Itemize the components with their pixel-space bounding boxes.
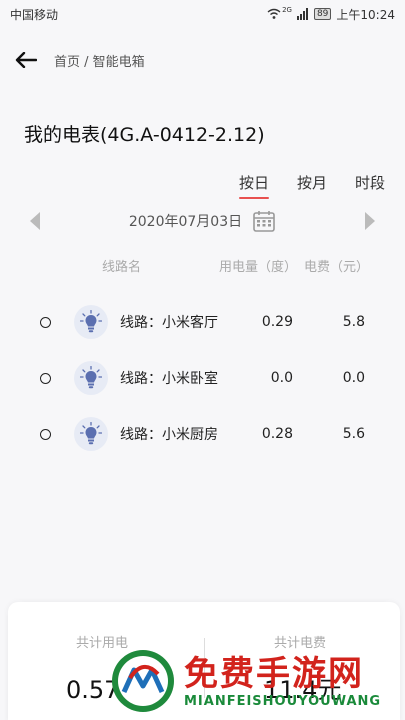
- date-selector: 2020年07月03日: [0, 204, 405, 238]
- bulb-icon: [74, 305, 108, 339]
- period-tabs: 按日 按月 时段: [238, 172, 385, 199]
- watermark-title: 免费手游网: [184, 653, 364, 694]
- battery-indicator: 89: [313, 8, 332, 20]
- row-fee: 0.0: [342, 370, 365, 386]
- tab-day[interactable]: 按日: [238, 172, 269, 199]
- next-date-button[interactable]: [365, 212, 375, 230]
- header-fee: 电费（元）: [304, 260, 370, 275]
- bulb-icon: [74, 361, 108, 395]
- watermark-subtitle: MIANFEISHOUYOUWANG: [184, 693, 382, 709]
- calendar-icon[interactable]: [252, 209, 276, 233]
- header-usage: 用电量（度）: [219, 260, 298, 275]
- breadcrumb[interactable]: 首页 / 智能电箱: [54, 51, 145, 70]
- watermark-logo-icon: [112, 650, 174, 712]
- circuit-list: 线路：小米客厅 0.29 5.8 线路：小米卧室 0.0 0.0 线路：小米厨房…: [0, 294, 405, 462]
- wifi-icon: [267, 8, 281, 19]
- row-fee: 5.8: [342, 314, 365, 330]
- list-item[interactable]: 线路：小米客厅 0.29 5.8: [0, 294, 405, 350]
- row-usage: 0.29: [261, 314, 293, 330]
- list-item[interactable]: 线路：小米厨房 0.28 5.6: [0, 406, 405, 462]
- tab-period[interactable]: 时段: [355, 172, 385, 199]
- clock: 上午10:24: [336, 7, 395, 22]
- back-button[interactable]: [6, 40, 46, 80]
- status-right: 2G 89 上午10:24: [267, 6, 395, 23]
- arrow-left-icon: [15, 52, 37, 68]
- row-radio[interactable]: [40, 316, 51, 328]
- row-fee: 5.6: [342, 426, 365, 442]
- row-circuit-name: 线路：小米厨房: [120, 427, 218, 443]
- network-type: 2G: [282, 6, 292, 14]
- row-radio[interactable]: [40, 428, 51, 440]
- header-circuit-name: 线路名: [102, 260, 142, 275]
- status-bar: 中国移动 2G 89 上午10:24: [0, 0, 405, 28]
- row-usage: 0.28: [261, 426, 293, 442]
- prev-date-button[interactable]: [30, 212, 40, 230]
- table-header: 线路名 用电量（度） 电费（元）: [0, 250, 405, 280]
- row-usage: 0.0: [270, 370, 293, 386]
- row-radio[interactable]: [40, 372, 51, 384]
- watermark: 免费手游网 MIANFEISHOUYOUWANG: [110, 642, 405, 720]
- bulb-icon: [74, 417, 108, 451]
- page-title: 我的电表(4G.A-0412-2.12): [24, 124, 265, 146]
- watermark-text: 免费手游网 MIANFEISHOUYOUWANG: [184, 654, 381, 709]
- row-circuit-name: 线路：小米卧室: [120, 371, 218, 387]
- carrier-label: 中国移动: [10, 7, 59, 22]
- nav-bar: 首页 / 智能电箱: [0, 40, 405, 80]
- row-circuit-name: 线路：小米客厅: [120, 315, 218, 331]
- signal-icon: [296, 8, 308, 20]
- tab-month[interactable]: 按月: [297, 172, 327, 199]
- selected-date[interactable]: 2020年07月03日: [129, 211, 242, 231]
- list-item[interactable]: 线路：小米卧室 0.0 0.0: [0, 350, 405, 406]
